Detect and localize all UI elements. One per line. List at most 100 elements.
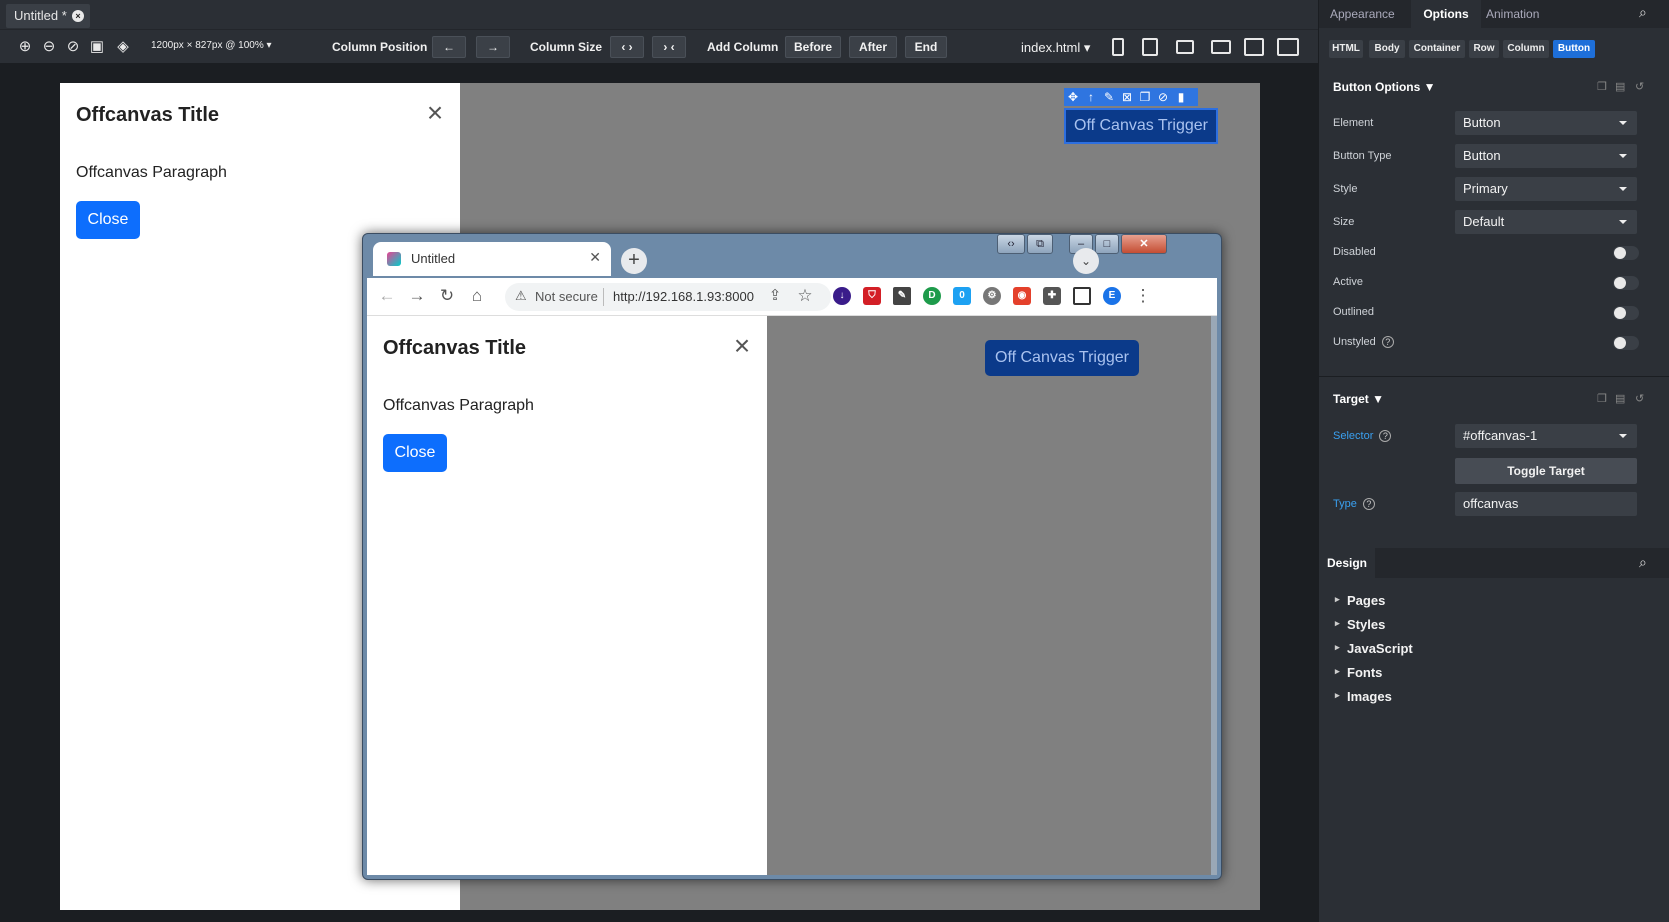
help-icon[interactable]: ?	[1379, 430, 1392, 442]
move-right-button[interactable]: →	[476, 36, 510, 58]
maximize-icon[interactable]: □	[1095, 234, 1119, 254]
toggle-target-button[interactable]: Toggle Target	[1455, 458, 1637, 484]
hide-icon[interactable]: ⊘	[1154, 88, 1172, 106]
paste-icon[interactable]: ▤	[1615, 392, 1625, 405]
target-header[interactable]: Target ▼	[1333, 392, 1384, 406]
delete-icon[interactable]: ▮	[1172, 88, 1190, 106]
paste-icon[interactable]: ▤	[1615, 80, 1625, 93]
grow-column-button[interactable]: ‹ ›	[610, 36, 644, 58]
close-button[interactable]: Close	[76, 201, 140, 239]
desktop-icon[interactable]	[1277, 38, 1299, 56]
move-icon[interactable]: ✥	[1064, 88, 1082, 106]
tree-item-fonts[interactable]: Fonts	[1335, 665, 1383, 680]
extensions-puzzle-icon[interactable]: ✚	[1043, 287, 1061, 305]
breadcrumb-container[interactable]: Container	[1409, 40, 1465, 58]
warning-icon[interactable]: ⚠	[515, 288, 527, 304]
eyedropper-extension-icon[interactable]: ✎	[893, 287, 911, 305]
file-dropdown[interactable]: index.html ▾	[1021, 40, 1090, 56]
forward-icon[interactable]: →	[407, 286, 427, 306]
tree-item-javascript[interactable]: JavaScript	[1335, 641, 1413, 656]
gear-extension-icon[interactable]: ⚙	[983, 287, 1001, 305]
button-options-header[interactable]: Button Options ▼	[1333, 80, 1436, 94]
active-toggle[interactable]	[1613, 276, 1639, 290]
breadcrumb-column[interactable]: Column	[1503, 40, 1549, 58]
offcanvas-title[interactable]: Offcanvas Title	[76, 104, 219, 127]
code-view-icon[interactable]: ‹›	[997, 234, 1025, 254]
disabled-toggle[interactable]	[1613, 246, 1639, 260]
breadcrumb-button[interactable]: Button	[1553, 40, 1595, 58]
design-search-icon[interactable]: ⌕	[1639, 554, 1647, 571]
browser-window[interactable]: ‹› ⧉ – □ ✕ Untitled ✕ + ⌄ ← → ↻ ⌂ ⚠ Not …	[362, 233, 1222, 880]
robot-extension-icon[interactable]: 0	[953, 287, 971, 305]
tree-item-pages[interactable]: Pages	[1335, 593, 1385, 608]
element-select[interactable]: Button	[1455, 111, 1637, 135]
close-icon[interactable]: ×	[424, 99, 446, 127]
not-secure-label[interactable]: Not secure	[535, 289, 598, 304]
phone-landscape-icon[interactable]	[1176, 40, 1194, 54]
move-left-button[interactable]: ←	[432, 36, 466, 58]
add-end-button[interactable]: End	[905, 36, 947, 58]
image-icon[interactable]: ▣	[88, 38, 106, 56]
canvas-size-dropdown[interactable]: 1200px × 827px @ 100% ▾	[151, 40, 272, 51]
cast-icon[interactable]: ⧉	[1027, 234, 1053, 254]
help-icon[interactable]: ?	[1362, 498, 1375, 510]
type-input[interactable]: offcanvas	[1455, 492, 1637, 516]
laptop-icon[interactable]	[1244, 38, 1264, 56]
zoom-in-icon[interactable]: ⊕	[16, 38, 34, 56]
edit-icon[interactable]: ✎	[1100, 88, 1118, 106]
off-canvas-trigger-button[interactable]: Off Canvas Trigger	[1064, 108, 1218, 144]
no-style-icon[interactable]: ⊘	[64, 38, 82, 56]
duplicate-icon[interactable]: ❐	[1136, 88, 1154, 106]
breadcrumb-html[interactable]: HTML	[1329, 40, 1363, 58]
copy-icon[interactable]: ❐	[1597, 392, 1607, 405]
zoom-out-icon[interactable]: ⊖	[40, 38, 58, 56]
size-select[interactable]: Default	[1455, 210, 1637, 234]
tablet-portrait-icon[interactable]	[1142, 38, 1158, 56]
outlined-toggle[interactable]	[1613, 306, 1639, 320]
layers-icon[interactable]: ◈	[114, 38, 132, 56]
reload-icon[interactable]: ↻	[437, 286, 457, 306]
preview-close-button[interactable]: Close	[383, 434, 447, 472]
camera-extension-icon[interactable]: ◉	[1013, 287, 1031, 305]
green-extension-icon[interactable]: D	[923, 287, 941, 305]
share-icon[interactable]: ⇪	[765, 286, 785, 306]
breadcrumb-row[interactable]: Row	[1469, 40, 1499, 58]
tab-appearance[interactable]: Appearance	[1330, 7, 1395, 21]
back-icon[interactable]: ←	[377, 286, 397, 306]
shield-extension-icon[interactable]: ⛉	[863, 287, 881, 305]
reset-icon[interactable]: ↺	[1635, 392, 1644, 405]
tree-item-styles[interactable]: Styles	[1335, 617, 1385, 632]
tree-item-images[interactable]: Images	[1335, 689, 1392, 704]
window-close-icon[interactable]: ✕	[1121, 234, 1167, 254]
add-after-button[interactable]: After	[849, 36, 897, 58]
offcanvas-paragraph[interactable]: Offcanvas Paragraph	[76, 164, 227, 182]
tab-animation[interactable]: Animation	[1486, 7, 1539, 21]
reset-icon[interactable]: ↺	[1635, 80, 1644, 93]
new-tab-icon[interactable]: +	[621, 248, 647, 274]
resize-icon[interactable]: ⊠	[1118, 88, 1136, 106]
add-before-button[interactable]: Before	[785, 36, 841, 58]
profile-avatar[interactable]: E	[1103, 287, 1121, 305]
search-icon[interactable]: ⌕	[1639, 4, 1647, 21]
bookmark-star-icon[interactable]: ☆	[795, 286, 815, 306]
style-select[interactable]: Primary	[1455, 177, 1637, 201]
shrink-column-button[interactable]: › ‹	[652, 36, 686, 58]
home-icon[interactable]: ⌂	[467, 286, 487, 306]
breadcrumb-body[interactable]: Body	[1369, 40, 1405, 58]
selector-input[interactable]: #offcanvas-1	[1455, 424, 1637, 448]
preview-close-icon[interactable]: ×	[731, 332, 753, 360]
url-text[interactable]: http://192.168.1.93:8000	[613, 289, 754, 304]
select-parent-icon[interactable]: ↑	[1082, 88, 1100, 106]
button-type-select[interactable]: Button	[1455, 144, 1637, 168]
phone-portrait-icon[interactable]	[1112, 38, 1124, 56]
tab-design[interactable]: Design	[1319, 548, 1375, 578]
viewport-scrollbar[interactable]	[1211, 316, 1217, 875]
tablet-landscape-icon[interactable]	[1211, 40, 1231, 54]
unstyled-toggle[interactable]	[1613, 336, 1639, 350]
menu-kebab-icon[interactable]: ⋮	[1133, 286, 1153, 306]
browser-tab[interactable]: Untitled ✕	[373, 242, 611, 276]
document-tab[interactable]: Untitled * ×	[6, 4, 90, 28]
help-icon[interactable]: ?	[1381, 336, 1394, 348]
copy-icon[interactable]: ❐	[1597, 80, 1607, 93]
tab-search-icon[interactable]: ⌄	[1073, 248, 1099, 274]
